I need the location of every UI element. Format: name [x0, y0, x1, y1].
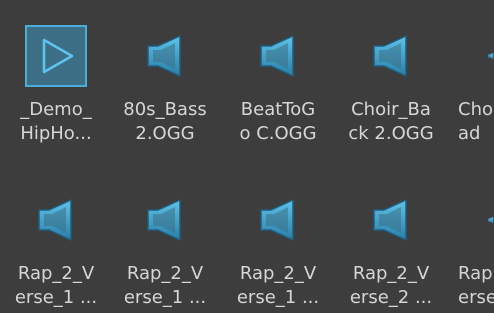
file-item[interactable]: Choir_Ba ck 2.OGG	[337, 6, 445, 144]
file-name: BeatToG o C.OGG	[239, 99, 317, 144]
file-name: Rap_2_V erse_1 ...	[123, 263, 207, 308]
audio-file-icon	[373, 35, 407, 77]
audio-file-icon	[373, 199, 407, 241]
file-item[interactable]: Rap_2_V erse_1 ...	[2, 170, 110, 308]
file-item[interactable]: Rap_2_V erse_2 ...	[337, 170, 445, 308]
file-item[interactable]: Rap_2_V erse_1 ...	[111, 170, 219, 308]
audio-file-icon	[260, 35, 294, 77]
file-name: Rap erse	[458, 263, 494, 306]
file-item[interactable]: Rap erse	[446, 170, 494, 306]
file-item[interactable]: Rap_2_V erse_1 ...	[224, 170, 332, 308]
file-item[interactable]: Cho ad	[446, 6, 494, 142]
file-name: Cho ad	[458, 99, 493, 142]
audio-file-icon	[147, 199, 181, 241]
file-name: _Demo_ HipHo...	[20, 99, 92, 144]
audio-file-icon	[260, 199, 294, 241]
file-name: Choir_Ba ck 2.OGG	[348, 99, 434, 144]
file-browser-grid: _Demo_ HipHo... 80s_Bass 2.OGG BeatToG o…	[0, 0, 494, 313]
audio-file-icon	[488, 216, 494, 224]
audio-file-icon	[488, 52, 494, 60]
file-name: 80s_Bass 2.OGG	[123, 99, 207, 144]
file-name: Rap_2_V erse_1 ...	[14, 263, 98, 308]
file-name: Rap_2_V erse_2 ...	[349, 263, 433, 308]
file-item[interactable]: _Demo_ HipHo...	[2, 6, 110, 144]
file-item[interactable]: BeatToG o C.OGG	[224, 6, 332, 144]
audio-file-icon	[147, 35, 181, 77]
audio-file-icon	[38, 199, 72, 241]
play-icon	[25, 25, 87, 87]
file-name: Rap_2_V erse_1 ...	[236, 263, 320, 308]
file-item[interactable]: 80s_Bass 2.OGG	[111, 6, 219, 144]
